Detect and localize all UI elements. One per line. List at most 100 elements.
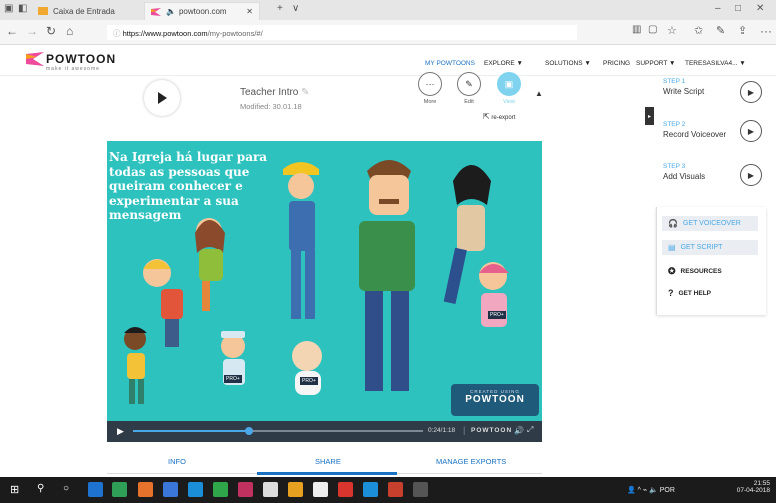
chrome-icon[interactable] [288,482,303,497]
acrobat-icon[interactable] [338,482,353,497]
taskbar-app-icon[interactable] [238,482,253,497]
edge-icon[interactable] [188,482,203,497]
tab-inbox-label: Caixa de Entrada [53,6,115,16]
taskbar-app-icon[interactable] [138,482,153,497]
nav-my-powtoons[interactable]: MY POWTOONS [425,60,475,67]
blond-kid-figure [143,259,183,347]
nav-pricing[interactable]: PRICING [603,60,630,67]
sound-icon[interactable]: 🔈 [166,7,176,16]
tab-powtoon-label: powtoon.com [178,7,227,16]
tab-inbox[interactable]: Caixa de Entrada [32,2,117,20]
nav-explore[interactable]: EXPLORE ▼ [484,60,523,67]
photos-icon[interactable] [413,482,428,497]
more-icon[interactable]: ··· [760,24,772,38]
view-button[interactable]: ▣ [497,72,521,96]
timecode: 0:24/1:18 [428,427,456,434]
store-icon[interactable] [263,482,278,497]
taskbar-app-icon[interactable] [163,482,178,497]
headphones-icon: 🎧 [668,219,678,228]
nav-support[interactable]: SUPPORT ▼ [636,60,675,67]
script-icon: ▤ [668,243,676,252]
re-export-link[interactable]: ⇱ re-export [483,112,515,121]
step-2-play-button[interactable]: ▶ [740,120,762,142]
volume-icon[interactable]: 🔊 [514,426,524,435]
reading-list-icon[interactable]: ▢ [648,24,657,35]
mail-taskbar-icon[interactable] [313,482,328,497]
nav-user-menu[interactable]: TERESASILVA4... ▼ [685,60,746,67]
taskbar-app-icon[interactable] [213,482,228,497]
favorites-icon[interactable]: ✩ [694,24,703,37]
small-play-icon[interactable]: ▶ [117,426,124,437]
fullscreen-icon[interactable]: ⤢ [527,425,533,435]
video-scene [124,160,509,404]
progress-bar[interactable] [133,427,423,435]
new-tab-icon[interactable]: + [277,3,283,14]
close-window-icon[interactable]: ✕ [756,3,764,14]
network-icon: ⌁ [642,487,648,494]
get-script-button[interactable]: ▤ GET SCRIPT [662,240,758,255]
steps-panel: STEP 1 Write Script ▶ STEP 2 Record Voic… [656,76,766,206]
get-help-link[interactable]: ? GET HELP [668,288,711,298]
play-icon: ▶ [747,170,755,180]
play-button[interactable] [144,80,180,116]
home-icon[interactable]: ⌂ [66,24,73,38]
taskbar-app-icon[interactable] [88,482,103,497]
task-view-icon[interactable]: ○ [63,483,69,494]
skype-icon[interactable] [363,482,378,497]
reading-view-icon[interactable]: ▥ [632,24,641,35]
powtoon-title-text: Teacher Intro [240,87,299,98]
minimize-icon[interactable]: – [715,3,721,14]
powtoon-favicon-icon [151,7,161,16]
notes-icon[interactable]: ✎ [716,24,725,37]
pencil-icon: ✎ [465,78,473,89]
video-controls: ▶ 0:24/1:18 | POWTOON 🔊 ⤢ [107,421,542,442]
step-3-play-button[interactable]: ▶ [740,164,762,186]
mail-icon [38,7,48,15]
forward-icon[interactable]: → [26,24,38,38]
more-dots-icon: ··· [425,79,435,89]
nav-solutions[interactable]: SOLUTIONS ▼ [545,60,591,67]
tab-info[interactable]: INFO [168,457,186,466]
video-player[interactable]: Na Igreja há lugar para todas as pessoas… [107,141,542,421]
people-icon: 👤 [627,487,636,494]
back-icon[interactable]: ← [6,24,18,38]
collapse-panel-button[interactable]: ▸ [645,107,654,125]
edit-button[interactable]: ✎ [457,72,481,96]
get-script-label: GET SCRIPT [680,244,723,251]
powerpoint-icon[interactable] [388,482,403,497]
search-icon[interactable]: ⚲ [37,483,44,494]
progress-knob[interactable] [245,427,253,435]
get-voiceover-label: GET VOICEOVER [682,220,741,227]
clock[interactable]: 21:55 07-04-2018 [737,480,770,494]
step-1-play-button[interactable]: ▶ [740,81,762,103]
question-icon: ? [668,288,674,298]
more-button[interactable]: ··· [418,72,442,96]
share-icon[interactable]: ⇪ [738,24,747,37]
get-voiceover-button[interactable]: 🎧 GET VOICEOVER [662,216,758,231]
url-field[interactable]: ⓘ https://www.powtoon.com/my-powtoons/#/ [107,25,577,40]
start-icon[interactable]: ⊞ [10,483,19,496]
resources-link[interactable]: ✪ RESOURCES [668,266,722,277]
tab-share[interactable]: SHARE [315,457,341,466]
chevron-down-icon[interactable]: ∨ [292,3,299,14]
favorite-star-icon[interactable]: ☆ [667,24,677,37]
powtoon-logo[interactable]: POWTOON make it awesome [26,52,116,72]
woman-figure [195,218,225,311]
system-tray-icons[interactable]: 👤 ^ ⌁ 🔈 POR [627,486,675,494]
caret-up-icon[interactable]: ▲ [535,89,543,98]
resources-panel: 🎧 GET VOICEOVER ▤ GET SCRIPT ✪ RESOURCES… [656,207,766,315]
created-using-powtoon-watermark[interactable]: CREATED USING POWTOON [451,384,539,416]
tab-back-icon[interactable]: ◧ [18,3,27,14]
maximize-icon[interactable]: □ [735,3,741,14]
taskbar-app-icon[interactable] [112,482,127,497]
close-tab-icon[interactable]: ✕ [246,7,253,16]
refresh-icon[interactable]: ↻ [46,24,56,38]
tab-manage-exports[interactable]: MANAGE EXPORTS [436,457,506,466]
tab-powtoon[interactable]: 🔈 powtoon.com ✕ [144,2,260,20]
tab-list-icon[interactable]: ▣ [4,3,13,14]
powtoon-title[interactable]: Teacher Intro ✎ [240,87,310,98]
active-tab-indicator [257,472,397,475]
info-icon: ⓘ [113,29,123,38]
volume-tray-icon: 🔈 [649,487,658,494]
edit-title-icon[interactable]: ✎ [301,87,309,98]
